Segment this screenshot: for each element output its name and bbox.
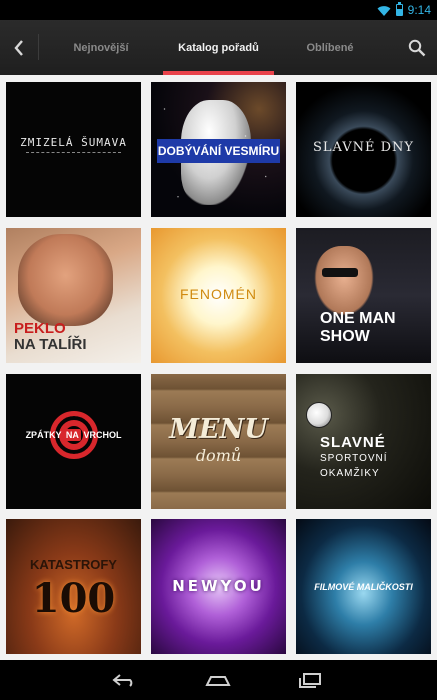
wifi-icon	[377, 4, 391, 16]
back-button[interactable]	[0, 20, 38, 75]
tile-title-mid: NA	[63, 429, 81, 441]
nav-back-button[interactable]	[95, 660, 155, 700]
tile-title-line2: 100	[31, 575, 116, 622]
tile-title-line1: KATASTROFY	[30, 557, 117, 572]
catalog-tile-katastrofy-100[interactable]: KATASTROFY 100	[6, 519, 141, 654]
tile-title: SLAVNÉ DNY	[312, 140, 415, 155]
tile-title: FENOMÉN	[180, 286, 257, 302]
catalog-tile-one-man-show[interactable]: ONE MAN SHOW	[296, 228, 431, 363]
tile-title-line2: domů	[195, 446, 242, 465]
tile-title-line1: ONE MAN	[320, 310, 396, 327]
catalog-tile-newyou[interactable]: NEWYOU	[151, 519, 286, 654]
status-bar: 9:14	[0, 0, 437, 20]
underline	[26, 152, 121, 153]
tile-title-line3: OKAMŽIKY	[320, 468, 380, 479]
catalog-tile-zpatky-na-vrchol[interactable]: ZPÁTKY NA VRCHOL	[6, 374, 141, 509]
navigation-bar	[0, 660, 437, 700]
catalog-grid: ZMIZELÁ ŠUMAVA DOBÝVÁNÍ VESMÍRU SLAVNÉ D…	[0, 75, 437, 660]
host-portrait	[314, 246, 374, 316]
catalog-tile-menu-domu[interactable]: MENU domů	[151, 374, 286, 509]
tile-title-line2: SPORTOVNÍ	[320, 453, 388, 464]
catalog-tile-fenomen[interactable]: FENOMÉN	[151, 228, 286, 363]
catalog-tile-zmizela-sumava[interactable]: ZMIZELÁ ŠUMAVA	[6, 82, 141, 217]
battery-icon	[395, 2, 403, 16]
divider	[38, 34, 39, 60]
catalog-tile-dobyvani-vesmiru[interactable]: DOBÝVÁNÍ VESMÍRU	[151, 82, 286, 217]
tile-title-line1: MENU	[169, 414, 268, 445]
tile-title-right: VRCHOL	[83, 430, 122, 440]
nav-home-button[interactable]	[188, 660, 248, 700]
status-time: 9:14	[407, 3, 431, 17]
search-icon	[408, 39, 426, 56]
tile-title-line1: SLAVNÉ	[320, 434, 386, 451]
catalog-tile-slavne-sportovni-okamziky[interactable]: SLAVNÉ SPORTOVNÍ OKAMŽIKY	[296, 374, 431, 509]
tile-title: ZPÁTKY NA VRCHOL	[6, 429, 141, 441]
tile-title: ZMIZELÁ ŠUMAVA	[20, 136, 127, 149]
football	[306, 402, 332, 428]
tile-title-line2: NA TALÍŘI	[14, 336, 87, 353]
tile-title-line1: PEKLO	[14, 320, 66, 337]
tile-title: DOBÝVÁNÍ VESMÍRU	[157, 139, 280, 163]
tile-title-line2: SHOW	[320, 328, 370, 345]
tab-nejnovejsi[interactable]: Nejnovější	[40, 20, 162, 75]
search-button[interactable]	[397, 20, 437, 75]
nav-recent-apps-button[interactable]	[281, 660, 341, 700]
catalog-tile-filmove-malickosti[interactable]: FILMOVÉ MALIČKOSTI	[296, 519, 431, 654]
chevron-left-icon	[14, 39, 23, 56]
tile-title: FILMOVÉ MALIČKOSTI	[314, 582, 413, 592]
tab-katalog-poradu[interactable]: Katalog pořadů	[163, 20, 274, 75]
back-icon	[112, 674, 133, 687]
tab-oblibene[interactable]: Oblíbené	[275, 20, 385, 75]
home-icon	[205, 676, 231, 686]
action-bar: Nejnovější Katalog pořadů Oblíbené	[0, 20, 437, 75]
tile-title-left: ZPÁTKY	[25, 430, 62, 440]
tile-title: NEWYOU	[172, 577, 265, 595]
catalog-tile-slavne-dny[interactable]: SLAVNÉ DNY	[296, 82, 431, 217]
recent-apps-icon	[299, 673, 321, 688]
sunglasses	[322, 268, 358, 277]
host-portrait	[18, 234, 113, 326]
catalog-tile-peklo-na-taliri[interactable]: PEKLO NA TALÍŘI	[6, 228, 141, 363]
